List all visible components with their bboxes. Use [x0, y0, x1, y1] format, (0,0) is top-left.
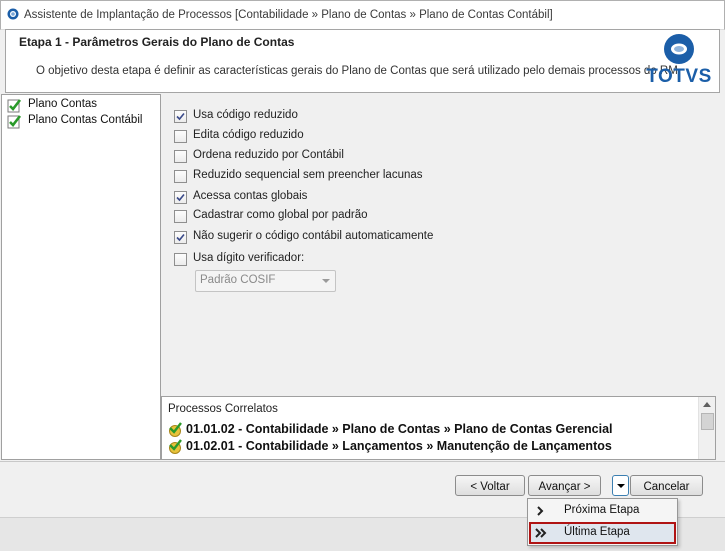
next-options-menu: Próxima Etapa Última Etapa: [527, 498, 678, 546]
checkbox-unchecked[interactable]: [174, 253, 187, 266]
chevron-down-icon: [617, 484, 625, 488]
scroll-up-arrow-icon[interactable]: [703, 402, 711, 407]
green-check-icon: [7, 99, 22, 113]
window-title: Assistente de Implantação de Processos […: [24, 9, 553, 21]
option-label: Usa dígito verificador:: [193, 252, 305, 264]
totvs-logo: TOTVS: [646, 33, 712, 89]
menu-item-proxima-etapa[interactable]: Próxima Etapa: [529, 500, 676, 522]
checkbox-checked[interactable]: [174, 110, 187, 123]
checkmark-icon: [176, 193, 185, 202]
checkmark-icon: [176, 112, 185, 121]
vertical-scrollbar[interactable]: [698, 397, 715, 459]
menu-item-ultima-etapa[interactable]: Última Etapa: [529, 522, 676, 544]
checkbox-unchecked[interactable]: [174, 170, 187, 183]
correlated-process-text: 01.02.01 - Contabilidade » Lançamentos »…: [186, 439, 612, 453]
checkbox-unchecked[interactable]: [174, 130, 187, 143]
correlated-processes-panel: Processos Correlatos 01.01.02 - Contabil…: [161, 396, 716, 460]
option-label: Usa código reduzido: [193, 109, 298, 121]
menu-item-label: Próxima Etapa: [564, 504, 640, 516]
checkbox-unchecked[interactable]: [174, 210, 187, 223]
footer-divider: [0, 461, 725, 462]
next-button[interactable]: Avançar >: [528, 475, 601, 496]
app-icon: [7, 8, 19, 20]
option-label: Reduzido sequencial sem preencher lacuna…: [193, 169, 423, 181]
back-button[interactable]: < Voltar: [455, 475, 525, 496]
double-chevron-right-icon: [535, 528, 547, 538]
step-title: Etapa 1 - Parâmetros Gerais do Plano de …: [19, 35, 295, 49]
checkbox-checked[interactable]: [174, 231, 187, 244]
tree-item-label: Plano Contas: [28, 98, 98, 110]
totvs-logo-text: TOTVS: [646, 66, 712, 87]
option-label: Acessa contas globais: [193, 190, 308, 202]
totvs-logo-icon: [664, 34, 694, 64]
correlated-processes-title: Processos Correlatos: [168, 403, 278, 415]
steps-tree: Plano Contas Plano Contas Contábil: [1, 94, 161, 460]
option-label: Cadastrar como global por padrão: [193, 209, 368, 221]
checkbox-unchecked[interactable]: [174, 150, 187, 163]
process-check-icon: [169, 439, 182, 454]
digit-verifier-select[interactable]: Padrão COSIF: [195, 270, 336, 292]
option-label: Ordena reduzido por Contábil: [193, 149, 344, 161]
cancel-button[interactable]: Cancelar: [630, 475, 703, 496]
step-header: Etapa 1 - Parâmetros Gerais do Plano de …: [5, 29, 720, 93]
option-label: Não sugerir o código contábil automatica…: [193, 230, 434, 242]
wizard-window: Assistente de Implantação de Processos […: [0, 0, 725, 551]
next-options-dropdown-button[interactable]: [612, 475, 629, 496]
checkbox-checked[interactable]: [174, 191, 187, 204]
chevron-down-icon: [322, 279, 330, 283]
single-chevron-right-icon: [537, 506, 544, 516]
select-value: Padrão COSIF: [200, 274, 276, 286]
menu-item-label: Última Etapa: [564, 526, 630, 538]
checkmark-icon: [176, 233, 185, 242]
options-panel: Usa código reduzido Edita código reduzid…: [162, 96, 715, 396]
title-bar: Assistente de Implantação de Processos […: [0, 0, 725, 30]
step-description: O objetivo desta etapa é definir as cara…: [36, 65, 681, 77]
option-label: Edita código reduzido: [193, 129, 304, 141]
tree-item-label: Plano Contas Contábil: [28, 114, 143, 126]
scrollbar-thumb[interactable]: [701, 413, 714, 430]
green-check-icon: [7, 115, 22, 129]
process-check-icon: [169, 422, 182, 437]
correlated-process-text: 01.01.02 - Contabilidade » Plano de Cont…: [186, 422, 613, 436]
